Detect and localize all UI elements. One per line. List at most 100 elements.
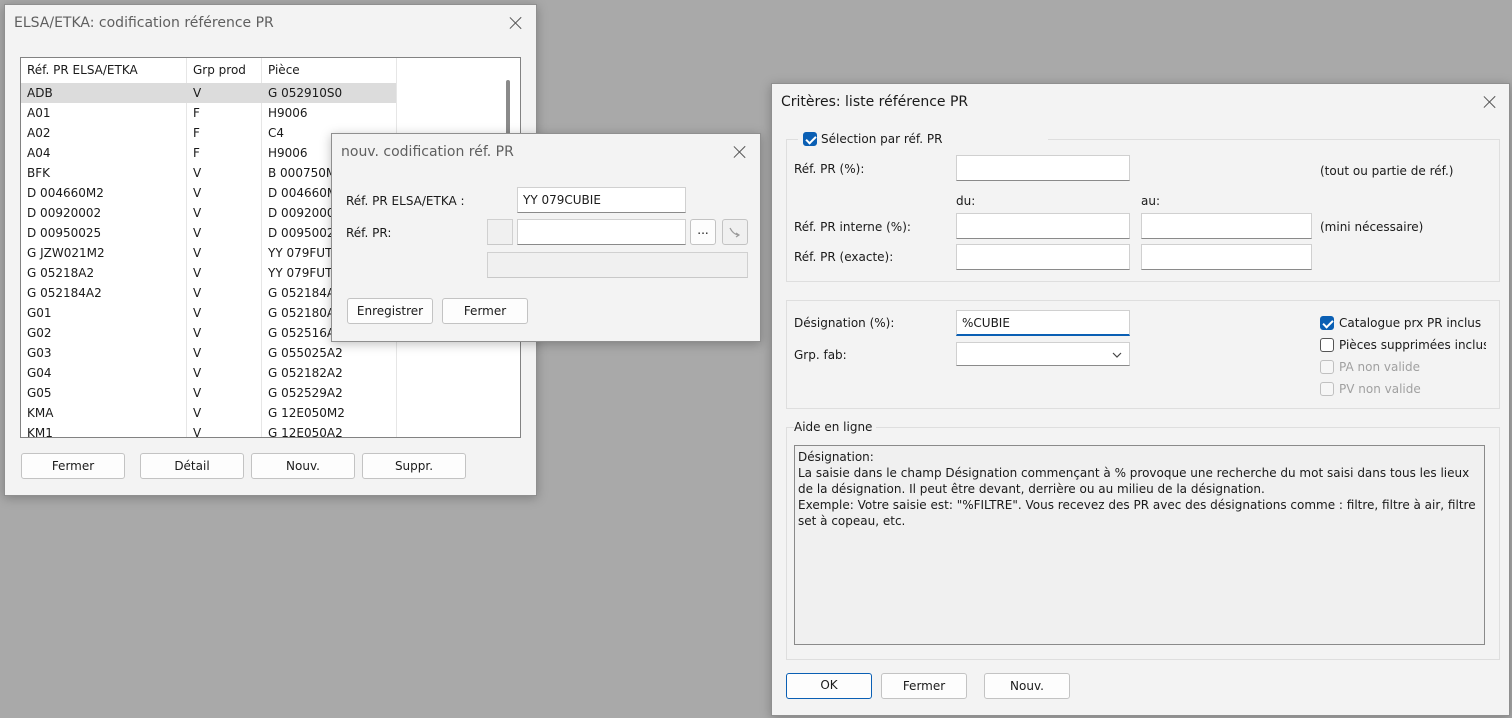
- ref-pr-pct-label: Réf. PR (%):: [794, 162, 865, 176]
- cell-grp-prod: V: [193, 426, 202, 438]
- cell-ref: G JZW021M2: [27, 246, 105, 260]
- ref-pr-prefix-input: [487, 219, 513, 245]
- cell-piece: G 12E050A2: [268, 426, 343, 438]
- detail-button[interactable]: Détail: [140, 453, 244, 479]
- close-icon[interactable]: [731, 143, 749, 161]
- cell-grp-prod: V: [193, 186, 202, 200]
- column-header-ref[interactable]: Réf. PR ELSA/ETKA: [21, 58, 187, 83]
- scrollbar-thumb[interactable]: [506, 80, 510, 140]
- cell-grp-prod: V: [193, 406, 202, 420]
- cell-piece: G 052910S0: [268, 86, 343, 100]
- pieces-supprimees-checkbox[interactable]: [1320, 338, 1334, 352]
- window-title: ELSA/ETKA: codification référence PR: [14, 15, 274, 31]
- help-text: Désignation: La saisie dans le champ Dés…: [794, 445, 1485, 645]
- delete-button[interactable]: Suppr.: [362, 453, 466, 479]
- du-label: du:: [956, 194, 976, 208]
- close-button[interactable]: Fermer: [442, 298, 528, 324]
- table-row[interactable]: G03 V G 055025A2: [21, 343, 396, 363]
- au-label: au:: [1141, 194, 1161, 208]
- cell-ref: D 00920002: [27, 206, 102, 220]
- table-row[interactable]: G04 V G 052182A2: [21, 363, 396, 383]
- cell-grp-prod: V: [193, 306, 202, 320]
- cell-ref: G01: [27, 306, 52, 320]
- ref-exacte-from-input[interactable]: [956, 244, 1130, 270]
- cell-ref: G 052184A2: [27, 286, 102, 300]
- close-button[interactable]: Fermer: [881, 673, 967, 699]
- table-row[interactable]: KMA V G 12E050M2: [21, 403, 396, 423]
- ok-button[interactable]: OK: [786, 673, 872, 699]
- grp-fab-select[interactable]: [956, 342, 1130, 366]
- cell-piece: G 055025A2: [268, 346, 343, 360]
- designation-input[interactable]: %CUBIE: [956, 310, 1130, 336]
- ref-elsa-label: Réf. PR ELSA/ETKA :: [346, 194, 465, 208]
- criteria-dialog: Critères: liste référence PR Sélection p…: [771, 83, 1510, 716]
- table-row[interactable]: KM1 V G 12E050A2: [21, 423, 396, 438]
- ref-pr-description: [487, 252, 748, 278]
- cell-grp-prod: V: [193, 346, 202, 360]
- dialog-title: Critères: liste référence PR: [781, 94, 969, 110]
- cell-piece: H9006: [268, 106, 308, 120]
- cell-ref: D 004660M2: [27, 186, 104, 200]
- cell-ref: A01: [27, 106, 51, 120]
- cell-grp-prod: V: [193, 226, 202, 240]
- close-button[interactable]: Fermer: [21, 453, 125, 479]
- ref-pr-label: Réf. PR:: [346, 226, 392, 240]
- pv-non-valide-label: PV non valide: [1339, 382, 1421, 396]
- cell-grp-prod: V: [193, 166, 202, 180]
- cell-grp-prod: V: [193, 286, 202, 300]
- close-icon[interactable]: [507, 14, 525, 32]
- ref-interne-to-input[interactable]: [1141, 213, 1312, 239]
- cell-grp-prod: F: [193, 126, 200, 140]
- cell-grp-prod: V: [193, 86, 202, 100]
- cell-grp-prod: V: [193, 386, 202, 400]
- cell-ref: BFK: [27, 166, 51, 180]
- search-button[interactable]: [722, 219, 748, 245]
- ref-interne-label: Réf. PR interne (%):: [794, 220, 911, 234]
- cell-grp-prod: V: [193, 266, 202, 280]
- cell-piece: G 052529A2: [268, 386, 343, 400]
- cell-ref: G03: [27, 346, 52, 360]
- cell-grp-prod: V: [193, 326, 202, 340]
- ref-exacte-to-input[interactable]: [1141, 244, 1312, 270]
- browse-button[interactable]: ...: [690, 219, 716, 245]
- cell-ref: G02: [27, 326, 52, 340]
- new-button[interactable]: Nouv.: [984, 673, 1070, 699]
- cell-grp-prod: F: [193, 146, 200, 160]
- cell-piece: G 052182A2: [268, 366, 343, 380]
- column-header-grp-prod[interactable]: Grp prod: [187, 58, 262, 83]
- pieces-supprimees-label: Pièces supprimées incluses: [1339, 338, 1486, 352]
- new-codification-dialog: nouv. codification réf. PR Réf. PR ELSA/…: [331, 133, 761, 342]
- chevron-down-icon: [1112, 352, 1122, 358]
- catalogue-checkbox[interactable]: [1320, 316, 1334, 330]
- help-title: Aide en ligne: [794, 420, 877, 434]
- ref-exacte-label: Réf. PR (exacte):: [794, 250, 894, 264]
- column-header-piece[interactable]: Pièce: [262, 58, 397, 83]
- ref-pr-pct-input[interactable]: [956, 155, 1130, 181]
- catalogue-label: Catalogue prx PR inclus: [1339, 316, 1482, 330]
- save-button[interactable]: Enregistrer: [347, 298, 433, 324]
- cell-ref: KMA: [27, 406, 54, 420]
- close-icon[interactable]: [1481, 93, 1499, 111]
- ref-pr-input[interactable]: [517, 219, 686, 245]
- cell-ref: A02: [27, 126, 51, 140]
- cell-ref: G 05218A2: [27, 266, 95, 280]
- pa-non-valide-label: PA non valide: [1339, 360, 1420, 374]
- ref-elsa-input[interactable]: YY 079CUBIE: [517, 187, 686, 213]
- ref-pr-hint: (tout ou partie de réf.): [1320, 164, 1454, 178]
- ref-interne-from-input[interactable]: [956, 213, 1130, 239]
- grp-fab-label: Grp. fab:: [794, 348, 847, 362]
- pa-non-valide-checkbox: [1320, 360, 1334, 374]
- new-button[interactable]: Nouv.: [251, 453, 355, 479]
- cell-grp-prod: V: [193, 206, 202, 220]
- cell-grp-prod: F: [193, 106, 200, 120]
- selection-label: Sélection par réf. PR: [821, 132, 943, 146]
- ref-interne-hint: (mini nécessaire): [1320, 220, 1424, 234]
- cell-grp-prod: V: [193, 246, 202, 260]
- selection-checkbox[interactable]: [803, 132, 817, 146]
- table-row[interactable]: A01 F H9006: [21, 103, 396, 123]
- table-row[interactable]: ADB V G 052910S0: [21, 83, 396, 103]
- table-row[interactable]: G05 V G 052529A2: [21, 383, 396, 403]
- cell-ref: A04: [27, 146, 51, 160]
- designation-label: Désignation (%):: [794, 316, 895, 330]
- cell-ref: ADB: [27, 86, 53, 100]
